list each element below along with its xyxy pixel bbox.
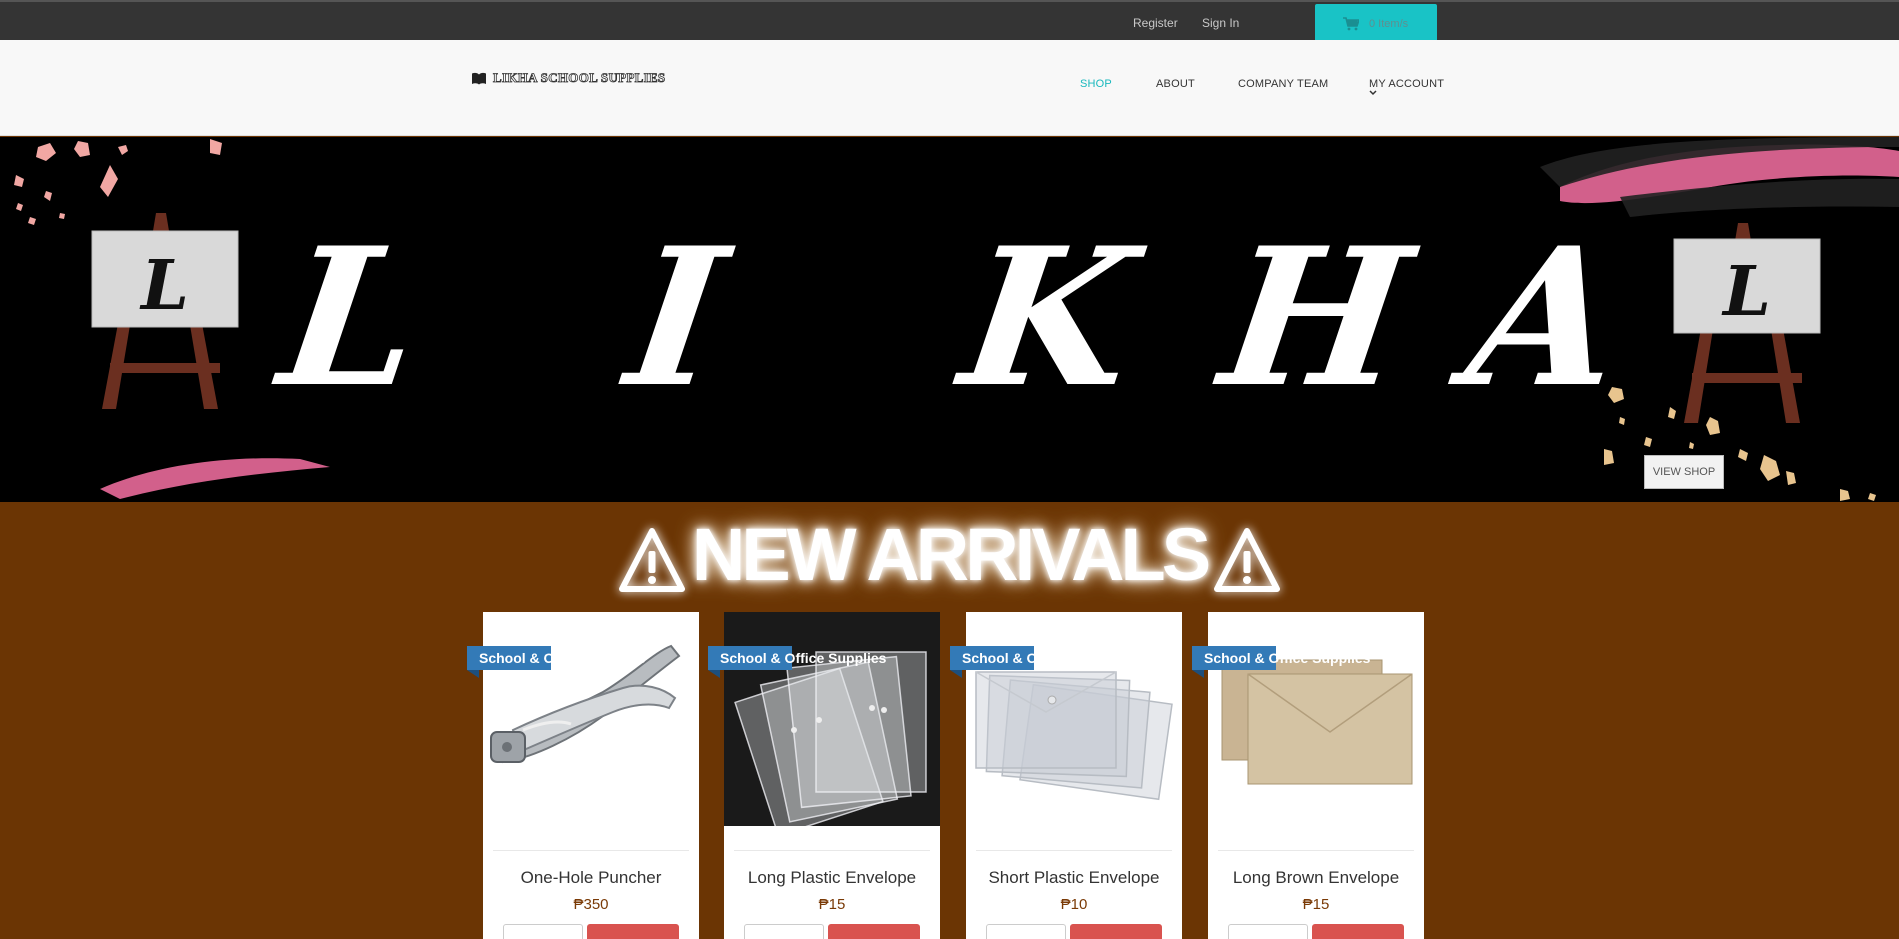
warning-icon xyxy=(618,528,685,593)
product-price: ₱10 xyxy=(1060,896,1088,913)
nav-company-team[interactable]: COMPANY TEAM xyxy=(1238,78,1328,90)
ribbon-tail xyxy=(708,670,720,678)
ribbon-tail xyxy=(1192,670,1204,678)
ribbon-tail xyxy=(467,670,479,678)
quantity-input[interactable] xyxy=(1228,924,1308,939)
product-image-long-brown-envelope[interactable] xyxy=(1208,612,1424,826)
quantity-input[interactable] xyxy=(503,924,583,939)
add-to-cart-button[interactable] xyxy=(828,924,920,939)
cart-count: 0 Item/s xyxy=(1369,17,1409,30)
product-name[interactable]: Long Brown Envelope xyxy=(1208,868,1424,888)
quantity-input[interactable] xyxy=(986,924,1066,939)
new-arrivals-heading: NEW ARRIVALS xyxy=(0,512,1899,597)
view-shop-button[interactable]: VIEW SHOP xyxy=(1644,455,1724,489)
cart-button[interactable]: 0 Item/s xyxy=(1315,4,1437,43)
product-name[interactable]: Long Plastic Envelope xyxy=(724,868,940,888)
category-ribbon: School & Office Supplies xyxy=(1192,646,1370,678)
product-name[interactable]: One-Hole Puncher xyxy=(483,868,699,888)
product-name[interactable]: Short Plastic Envelope xyxy=(966,868,1182,888)
product-price: ₱15 xyxy=(1302,896,1330,913)
register-link[interactable]: Register xyxy=(1133,16,1178,30)
add-to-cart-button[interactable] xyxy=(1070,924,1162,939)
category-label: School & Office Supplies xyxy=(708,646,886,670)
open-book-icon xyxy=(472,72,486,84)
banner-letter-h: H xyxy=(1210,206,1422,429)
add-to-cart-button[interactable] xyxy=(587,924,679,939)
easel-left-image: L xyxy=(91,213,239,409)
sign-in-link[interactable]: Sign In xyxy=(1202,16,1239,30)
chevron-down-icon[interactable] xyxy=(1369,90,1377,96)
category-label: School & Office Supplies xyxy=(467,646,645,670)
category-ribbon: School & Office Supplies xyxy=(708,646,886,678)
main-header: LIKHA SCHOOL SUPPLIES SHOP ABOUT COMPANY… xyxy=(0,40,1899,136)
nav-about[interactable]: ABOUT xyxy=(1156,78,1195,90)
card-divider xyxy=(1218,850,1414,851)
cart-icon xyxy=(1343,16,1359,30)
banner-letter-a: A xyxy=(1456,206,1636,429)
top-bar: Register Sign In 0 Item/s xyxy=(0,0,1899,43)
ribbon-tail xyxy=(950,670,962,678)
easel-letter-right: L xyxy=(1721,252,1771,332)
new-arrivals-text: NEW ARRIVALS xyxy=(691,513,1211,596)
card-divider xyxy=(493,850,689,851)
product-image-long-plastic-envelope[interactable] xyxy=(724,612,940,826)
banner-letter-l: L xyxy=(269,206,435,429)
site-logo[interactable]: LIKHA SCHOOL SUPPLIES xyxy=(471,70,666,86)
nav-my-account[interactable]: MY ACCOUNT xyxy=(1369,78,1444,90)
product-image-one-hole-puncher[interactable] xyxy=(483,612,699,826)
category-label: School & Office Supplies xyxy=(1192,646,1370,670)
quantity-input[interactable] xyxy=(744,924,824,939)
nav-shop[interactable]: SHOP xyxy=(1080,78,1112,90)
card-divider xyxy=(976,850,1172,851)
category-ribbon: School & Office Supplies xyxy=(950,646,1128,678)
logo-text: LIKHA SCHOOL SUPPLIES xyxy=(493,70,666,86)
product-price: ₱350 xyxy=(573,896,609,913)
warning-icon xyxy=(1214,528,1281,593)
card-divider xyxy=(734,850,930,851)
product-image-short-plastic-envelope[interactable] xyxy=(966,612,1182,826)
category-ribbon: School & Office Supplies xyxy=(467,646,645,678)
banner-letter-k: K xyxy=(950,206,1147,429)
product-price: ₱15 xyxy=(818,896,846,913)
hero-banner: L L L I K H A VIEW SHOP xyxy=(0,137,1899,502)
easel-letter-left: L xyxy=(139,246,189,326)
category-label: School & Office Supplies xyxy=(950,646,1128,670)
add-to-cart-button[interactable] xyxy=(1312,924,1404,939)
easel-right-image: L xyxy=(1673,223,1821,423)
